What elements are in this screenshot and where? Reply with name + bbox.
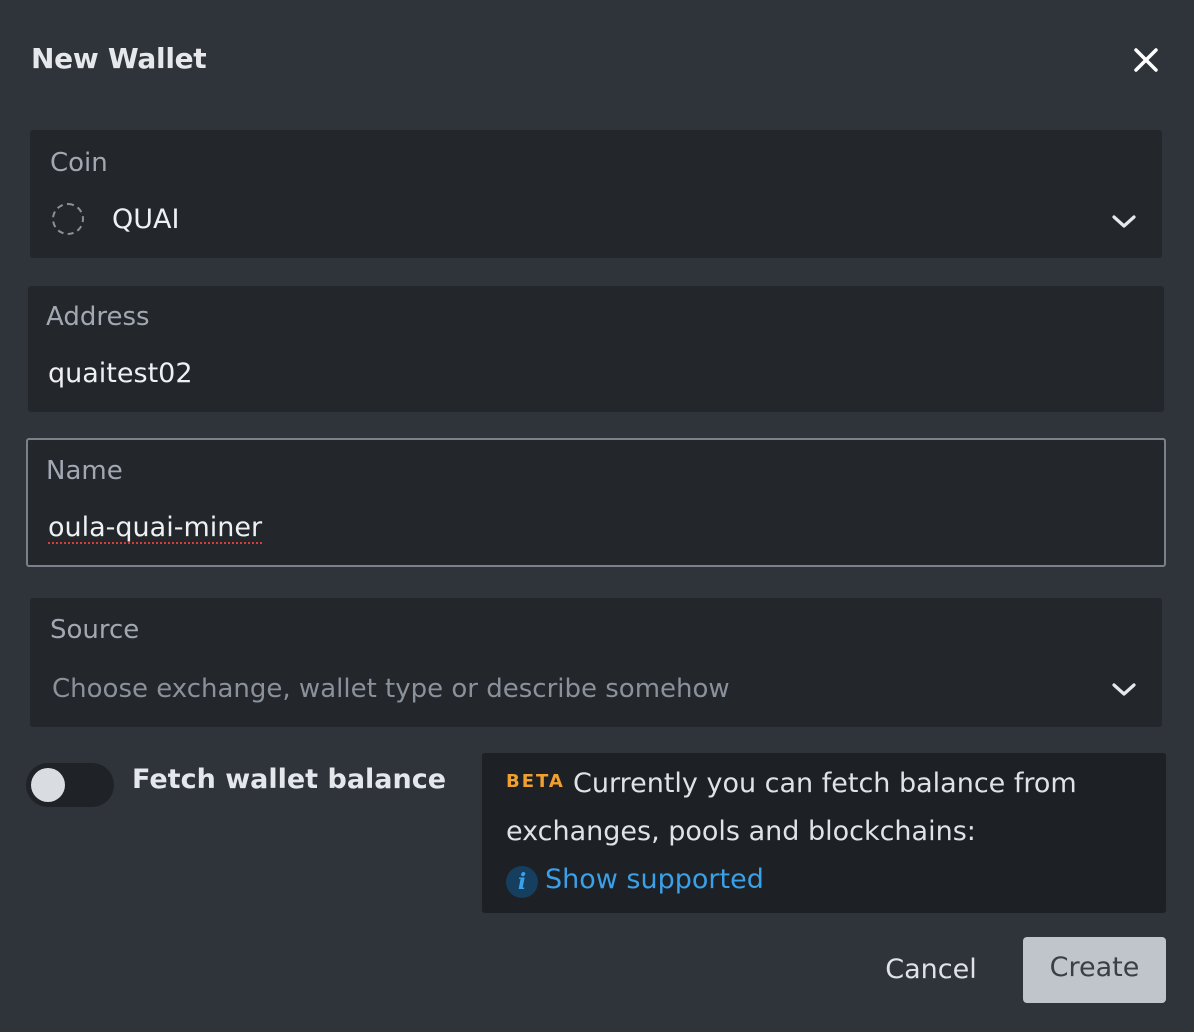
address-field[interactable]: Address quaitest02 — [28, 286, 1164, 412]
coin-select[interactable]: Coin QUAI — [30, 130, 1162, 258]
beta-badge: BETA — [506, 771, 565, 792]
cancel-button[interactable]: Cancel — [872, 940, 990, 1000]
info-icon: i — [506, 866, 538, 898]
dialog-title: New Wallet — [31, 42, 207, 75]
new-wallet-dialog: New Wallet Coin QUAI Address quaitest02 … — [0, 0, 1194, 1032]
create-button[interactable]: Create — [1023, 937, 1166, 1003]
name-input[interactable]: oula-quai-miner — [48, 512, 262, 543]
show-supported-label[interactable]: Show supported — [545, 864, 764, 895]
chevron-down-icon[interactable] — [1110, 680, 1138, 700]
coin-placeholder-icon — [52, 203, 84, 235]
toggle-knob — [31, 768, 65, 802]
fetch-balance-toggle[interactable] — [26, 763, 114, 807]
name-field[interactable]: Name oula-quai-miner — [26, 438, 1166, 567]
info-text-line-2: exchanges, pools and blockchains: — [506, 816, 976, 847]
chevron-down-icon[interactable] — [1110, 212, 1138, 232]
address-input[interactable]: quaitest02 — [48, 358, 193, 389]
source-label: Source — [50, 615, 140, 645]
fetch-balance-label: Fetch wallet balance — [132, 764, 447, 795]
source-select[interactable]: Source Choose exchange, wallet type or d… — [30, 598, 1162, 727]
name-label: Name — [46, 456, 123, 486]
coin-label: Coin — [50, 148, 108, 178]
close-icon[interactable] — [1126, 40, 1166, 80]
beta-info-box: BETA Currently you can fetch balance fro… — [482, 753, 1166, 913]
source-placeholder[interactable]: Choose exchange, wallet type or describe… — [52, 674, 730, 704]
coin-value: QUAI — [112, 204, 180, 235]
address-label: Address — [46, 302, 150, 332]
info-text-line-1: Currently you can fetch balance from — [573, 768, 1077, 799]
